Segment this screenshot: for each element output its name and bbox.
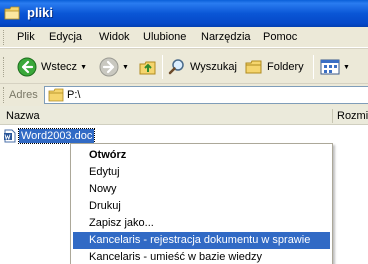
folders-label: Foldery: [267, 61, 304, 73]
toolbar-separator: [162, 55, 163, 79]
menu-item-open[interactable]: Otwórz: [73, 147, 330, 164]
menu-bar: Plik Edycja Widok Ulubione Narzędzia Pom…: [0, 27, 368, 48]
menu-grip[interactable]: [3, 30, 6, 45]
menu-widok[interactable]: Widok: [99, 31, 130, 43]
word-document-icon: [4, 129, 16, 143]
back-arrow-icon: [17, 57, 37, 77]
views-icon: [320, 59, 340, 75]
search-button[interactable]: Wyszukaj: [168, 55, 237, 79]
toolbar: Wstecz ▼ ▼ Wyszukaj Foldery ▼: [0, 48, 368, 84]
menu-item-edit[interactable]: Edytuj: [73, 164, 330, 181]
up-folder-button[interactable]: [138, 55, 158, 79]
forward-button[interactable]: ▼: [99, 55, 129, 79]
window-title: pliki: [27, 5, 54, 20]
back-dropdown-icon[interactable]: ▼: [80, 64, 87, 71]
menu-item-print[interactable]: Drukuj: [73, 198, 330, 215]
title-bar[interactable]: pliki: [0, 0, 368, 27]
views-dropdown-icon[interactable]: ▼: [343, 64, 350, 71]
address-grip[interactable]: [3, 87, 6, 103]
folders-icon: [245, 60, 262, 74]
menu-narzedzia[interactable]: Narzędzia: [201, 31, 251, 43]
address-value: P:\: [67, 89, 81, 101]
search-icon: [168, 59, 184, 75]
column-name-header[interactable]: Nazwa: [6, 110, 40, 122]
list-item[interactable]: Word2003.doc: [3, 128, 96, 144]
up-folder-icon: [139, 61, 156, 75]
column-header: Nazwa Rozmiar: [0, 106, 368, 125]
menu-item-new[interactable]: Nowy: [73, 181, 330, 198]
menu-item-save-as[interactable]: Zapisz jako...: [73, 215, 330, 232]
views-button[interactable]: ▼: [320, 55, 350, 79]
menu-ulubione[interactable]: Ulubione: [143, 31, 186, 43]
context-menu: Otwórz Edytuj Nowy Drukuj Zapisz jako...…: [70, 143, 333, 264]
address-bar: Adres P:\: [0, 84, 368, 106]
folder-icon: [4, 6, 20, 20]
menu-item-kancelaris-knowledge-base[interactable]: Kancelaris - umieść w bazie wiedzy: [73, 249, 330, 264]
column-divider[interactable]: [332, 109, 333, 123]
forward-dropdown-icon[interactable]: ▼: [122, 64, 129, 71]
back-label: Wstecz: [41, 61, 78, 73]
address-input[interactable]: P:\: [44, 86, 368, 104]
address-label: Adres: [9, 89, 38, 101]
toolbar-separator: [313, 55, 314, 79]
folders-button[interactable]: Foldery: [245, 55, 304, 79]
toolbar-grip[interactable]: [3, 57, 6, 77]
back-button[interactable]: Wstecz ▼: [17, 55, 87, 79]
menu-pomoc[interactable]: Pomoc: [263, 31, 297, 43]
forward-arrow-icon: [99, 57, 119, 77]
column-size-header[interactable]: Rozmiar: [337, 110, 368, 122]
menu-edycja[interactable]: Edycja: [49, 31, 82, 43]
search-label: Wyszukaj: [190, 61, 237, 73]
menu-item-kancelaris-register[interactable]: Kancelaris - rejestracja dokumentu w spr…: [73, 232, 330, 249]
menu-plik[interactable]: Plik: [17, 31, 35, 43]
file-name: Word2003.doc: [17, 128, 96, 144]
folder-icon: [48, 88, 64, 102]
